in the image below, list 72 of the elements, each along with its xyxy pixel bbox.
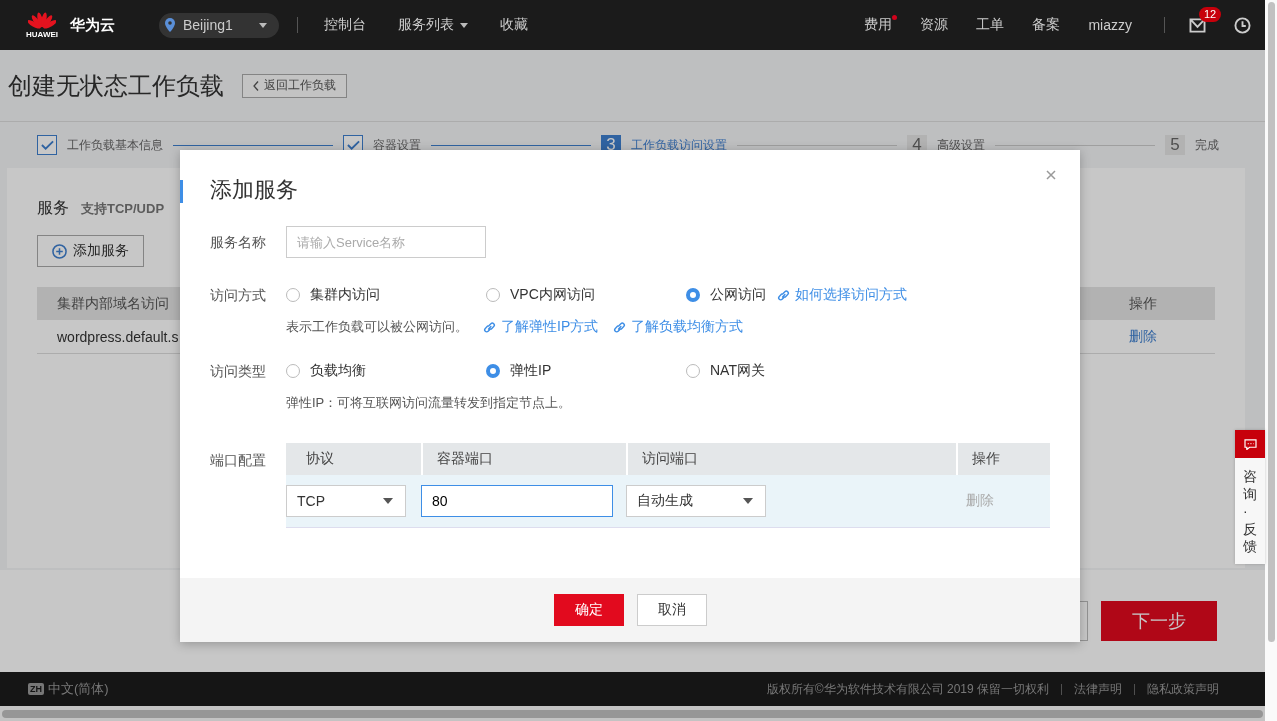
close-button[interactable] [1044, 168, 1058, 182]
nav-link[interactable]: 资源 [916, 13, 953, 37]
step-label: 容器设置 [373, 136, 421, 154]
language-badge: ZH [28, 683, 44, 695]
confirm-button[interactable]: 确定 [553, 594, 624, 626]
next-button[interactable]: 下一步 [1101, 601, 1217, 641]
nav-link[interactable]: 服务列表 [394, 13, 472, 37]
step-label: 高级设置 [937, 136, 985, 154]
footer-link[interactable]: 法律声明 [1074, 680, 1122, 698]
radio-option[interactable]: 弹性IP [486, 362, 686, 380]
plus-circle-icon [52, 243, 67, 259]
radio-button[interactable] [486, 364, 500, 378]
link-icon [482, 319, 497, 335]
caret-icon [259, 22, 267, 28]
step-label: 工作负载访问设置 [631, 136, 727, 154]
service-name-field[interactable]: 请输入Service名称 [286, 226, 486, 258]
column-header: 协议 [305, 449, 335, 468]
region-selector[interactable]: Beijing1 [159, 12, 279, 38]
help-link[interactable]: 如何选择访问方式 [776, 286, 907, 304]
help-link[interactable]: 了解负载均衡方式 [612, 318, 744, 336]
dialog-title: 添加服务 [210, 175, 298, 204]
location-pin-icon [165, 18, 175, 32]
nav-link[interactable]: 费用 [860, 13, 897, 37]
back-button[interactable]: 返回工作负载 [242, 73, 347, 98]
feedback-tab[interactable]: 咨询·反馈 [1235, 430, 1265, 564]
caret-icon [383, 498, 393, 504]
language-selector[interactable]: 中文(简体) [44, 680, 113, 698]
horizontal-scrollbar[interactable] [0, 706, 1265, 721]
field-label: 端口配置 [210, 451, 267, 470]
add-service-button[interactable]: 添加服务 [37, 235, 144, 267]
caret-icon [743, 498, 753, 504]
brand-name: 华为云 [70, 15, 115, 35]
field-label: 访问方式 [210, 286, 267, 305]
link-icon [776, 287, 791, 303]
vertical-scrollbar[interactable] [1265, 0, 1277, 721]
section-hint: 支持TCP/UDP [81, 200, 165, 218]
description-text: 表示工作负载可以被公网访问。 [286, 318, 468, 336]
section-title: 服务 [37, 198, 69, 218]
radio-option[interactable]: 集群内访问 [286, 286, 486, 304]
radio-option[interactable]: NAT网关 [686, 362, 765, 380]
page-title: 创建无状态工作负载 [8, 70, 224, 101]
footer-link[interactable]: 隐私政策声明 [1147, 680, 1219, 698]
column-header: 操作 [1129, 294, 1158, 313]
step-label: 工作负载基本信息 [67, 136, 163, 154]
history-button[interactable] [1232, 14, 1253, 36]
cancel-button[interactable]: 取消 [636, 594, 707, 626]
description-text: 弹性IP：可将互联网访问流量转发到指定节点上。 [286, 394, 572, 412]
column-header: 集群内部域名访问 [57, 294, 169, 313]
flower-logo-icon [28, 12, 56, 31]
nav-link[interactable]: 工单 [972, 13, 1009, 37]
field-label: 访问类型 [210, 362, 267, 381]
user-menu[interactable]: miazzy [1084, 13, 1136, 37]
mail-icon [1189, 17, 1206, 33]
table-cell: wordpress.default.s [57, 328, 179, 345]
nav-link[interactable]: 控制台 [320, 13, 370, 37]
chevron-left-icon [253, 80, 259, 91]
radio-option[interactable]: VPC内网访问 [486, 286, 686, 304]
radio-option[interactable]: 公网访问 [686, 286, 766, 304]
step-label: 完成 [1195, 136, 1219, 154]
radio-option[interactable]: 负载均衡 [286, 362, 486, 380]
link-icon [612, 319, 628, 335]
count-badge: 12 [1199, 6, 1222, 22]
delete-link[interactable]: 删除 [1129, 327, 1215, 346]
nav-link[interactable]: 备案 [1028, 13, 1065, 37]
help-link[interactable]: 了解弹性IP方式 [482, 318, 599, 336]
nav-link[interactable]: 收藏 [496, 13, 532, 37]
logo-text: HUAWEI [26, 31, 58, 38]
clock-icon [1234, 16, 1251, 34]
copyright-text: 版权所有©华为软件技术有限公司 2019 保留一切权利 [766, 680, 1049, 698]
field-label: 服务名称 [210, 233, 267, 252]
radio-button[interactable] [686, 288, 700, 302]
step-number: 5 [1165, 135, 1185, 155]
